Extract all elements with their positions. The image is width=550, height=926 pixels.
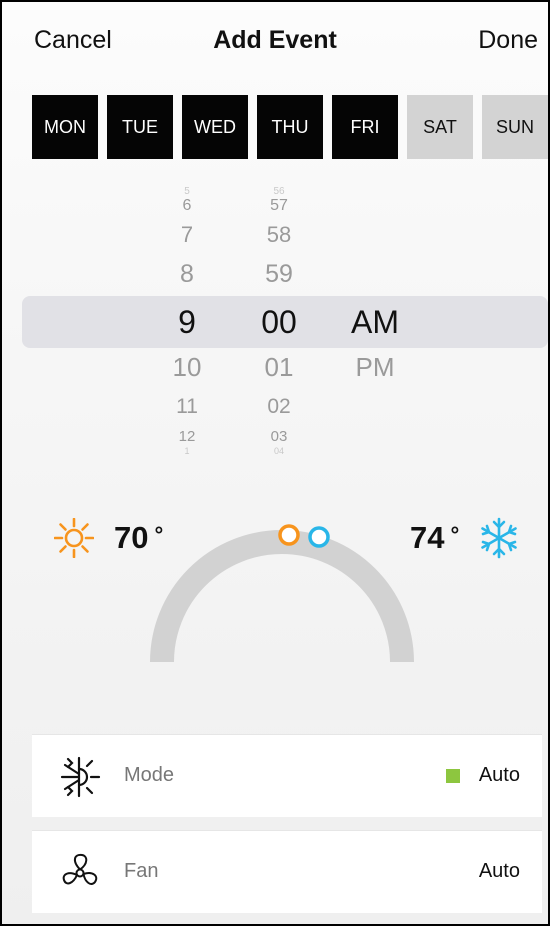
snowflake-icon	[478, 517, 520, 564]
fan-icon	[58, 851, 102, 900]
fan-row[interactable]: Fan Auto	[32, 830, 542, 913]
picker-value: 7	[180, 222, 194, 247]
picker-value: 02	[267, 395, 291, 418]
picker-value: 12	[178, 428, 196, 445]
sun-icon	[53, 517, 95, 563]
page-title: Add Event	[213, 26, 337, 54]
day-wed-button[interactable]: WED	[182, 95, 248, 159]
day-fri-button[interactable]: FRI	[332, 95, 398, 159]
picker-value: 6	[182, 197, 192, 214]
done-button[interactable]: Done	[478, 26, 538, 55]
picker-value: 01	[264, 352, 294, 382]
picker-value: PM	[355, 352, 395, 382]
mode-row[interactable]: Mode Auto	[32, 734, 542, 817]
selected-minute: 00	[261, 304, 297, 340]
add-event-screen: Cancel Add Event Done MON TUE WED THU FR…	[0, 0, 550, 926]
picker-value: 59	[265, 260, 293, 288]
time-picker[interactable]: 5 6 7 8 9 10 11 12 1 56 57 58 59 00 01 0…	[2, 182, 548, 462]
day-thu-button[interactable]: THU	[257, 95, 323, 159]
period-wheel[interactable]: AM PM	[330, 182, 420, 462]
nav-bar: Cancel Add Event Done	[2, 2, 548, 78]
picker-value: 56	[273, 186, 285, 197]
picker-value: 5	[184, 186, 190, 197]
picker-value: 03	[270, 428, 288, 445]
fan-value: Auto	[478, 860, 520, 882]
heat-cool-mode-icon	[58, 755, 102, 804]
setpoint-arc[interactable]	[132, 522, 432, 667]
thermostat-control: 70 ° 74 °	[2, 502, 548, 702]
mode-status-indicator	[446, 769, 460, 783]
picker-value: 57	[270, 197, 288, 214]
picker-value: 58	[266, 222, 292, 247]
picker-value: 1	[184, 446, 190, 456]
day-mon-button[interactable]: MON	[32, 95, 98, 159]
mode-label: Mode	[124, 764, 175, 786]
mode-value: Auto	[478, 764, 520, 786]
picker-value: 8	[180, 260, 194, 288]
fan-label: Fan	[124, 860, 159, 882]
cool-setpoint-handle[interactable]	[308, 526, 330, 548]
day-sat-button[interactable]: SAT	[407, 95, 473, 159]
day-sun-button[interactable]: SUN	[482, 95, 548, 159]
picker-value: 04	[273, 446, 284, 456]
selected-period: AM	[351, 304, 399, 340]
picker-value: 11	[176, 395, 198, 418]
heat-setpoint-handle[interactable]	[278, 524, 300, 546]
hour-wheel[interactable]: 5 6 7 8 9 10 11 12 1	[142, 182, 232, 462]
picker-value: 10	[172, 352, 202, 382]
day-tue-button[interactable]: TUE	[107, 95, 173, 159]
minute-wheel[interactable]: 56 57 58 59 00 01 02 03 04	[234, 182, 324, 462]
selected-hour: 9	[178, 304, 196, 340]
